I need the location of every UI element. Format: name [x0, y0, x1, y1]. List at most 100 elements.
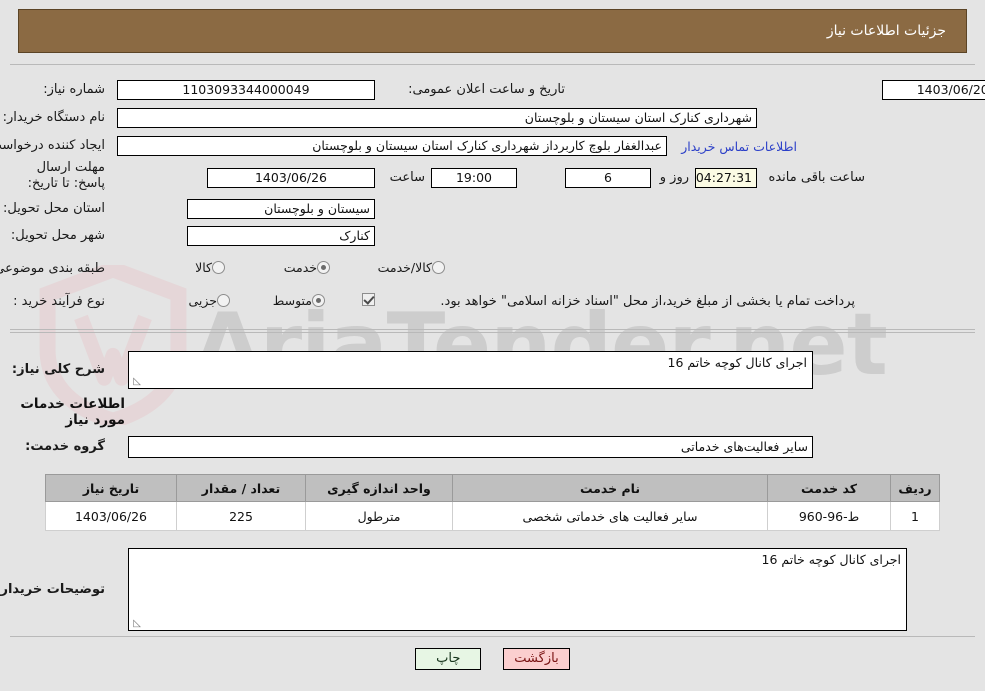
services-heading: اطلاعات خدمات مورد نیاز [20, 396, 125, 428]
process-radio-minor[interactable]: جزیی [176, 293, 230, 308]
days-wrap: 6 [565, 168, 651, 188]
deadline-time-wrap: 19:00 [431, 168, 517, 188]
service-group-label: گروه خدمت: [25, 439, 105, 454]
radio-service-label: خدمت [283, 260, 317, 275]
city-label-wrap: شهر محل تحویل: [11, 228, 105, 243]
cell-name: سایر فعالیت های خدماتی شخصی [452, 501, 768, 531]
city-field-wrap: کنارک [187, 226, 375, 246]
back-button[interactable]: بازگشت [503, 648, 570, 670]
countdown-wrap: 04:27:31 [695, 168, 757, 188]
buyer-contact-link[interactable]: اطلاعات تماس خریدار [681, 139, 797, 154]
treasury-checkbox-icon[interactable] [362, 293, 375, 306]
buyer-org-field-wrap: شهرداری کنارک استان سیستان و بلوچستان [117, 108, 757, 128]
page-root: AriaTender.net جزئیات اطلاعات نیاز شماره… [0, 0, 985, 691]
delivery-province-label: استان محل تحویل: [3, 201, 105, 216]
deadline-label-wrap: مهلت ارسال پاسخ: تا تاریخ: [5, 160, 105, 192]
creator-label: ایجاد کننده درخواست: [0, 138, 105, 153]
service-group-field-wrap: سایر فعالیت‌های خدماتی [128, 436, 813, 458]
creator-label-wrap: ایجاد کننده درخواست: [0, 138, 105, 153]
radio-goods-service-icon[interactable] [432, 261, 445, 274]
announce-datetime-field[interactable]: 13:29 - 1403/06/20 [882, 80, 985, 100]
services-table: ردیف کد خدمت نام خدمت واحد اندازه گیری ت… [45, 474, 940, 531]
service-group-field[interactable]: سایر فعالیت‌های خدماتی [128, 436, 813, 458]
category-label-wrap: طبقه بندی موضوعی: [0, 261, 105, 276]
buyer-org-label: نام دستگاه خریدار: [2, 110, 105, 125]
radio-minor-label: جزیی [188, 293, 217, 308]
print-button[interactable]: چاپ [415, 648, 482, 670]
need-number-label: شماره نیاز: [43, 82, 105, 97]
resize-grip-icon-2[interactable]: ◺ [131, 619, 141, 629]
announce-datetime-label: تاریخ و ساعت اعلان عمومی: [408, 82, 565, 97]
need-info-panel [10, 64, 975, 330]
cell-code: ط-96-960 [767, 501, 891, 531]
contact-link-wrap: اطلاعات تماس خریدار [681, 139, 797, 154]
process-label-wrap: نوع فرآیند خرید : [13, 294, 105, 309]
need-number-label-wrap: شماره نیاز: [43, 82, 105, 97]
days-unit-wrap: روز و [660, 170, 689, 185]
action-buttons: بازگشت چاپ [0, 648, 985, 670]
days-remaining-field[interactable]: 6 [565, 168, 651, 188]
category-radio-service[interactable]: خدمت [272, 260, 330, 275]
radio-minor-icon[interactable] [217, 294, 230, 307]
deadline-time-label: ساعت [389, 170, 425, 185]
col-date: تاریخ نیاز [45, 474, 177, 502]
radio-service-icon[interactable] [317, 261, 330, 274]
page-title: جزئیات اطلاعات نیاز [826, 23, 946, 39]
services-table-wrap: ردیف کد خدمت نام خدمت واحد اندازه گیری ت… [45, 474, 940, 531]
deadline-time-field[interactable]: 19:00 [431, 168, 517, 188]
col-index: ردیف [890, 474, 940, 502]
creator-field[interactable]: عبدالغفار بلوچ کاربرداز شهرداری کنارک اس… [117, 136, 667, 156]
window-title-bar: جزئیات اطلاعات نیاز [18, 9, 967, 53]
buyer-notes-label-wrap: توضیحات خریدار: [0, 582, 105, 597]
buyer-notes-label: توضیحات خریدار: [0, 582, 105, 597]
radio-goods-icon[interactable] [212, 261, 225, 274]
province-label-wrap: استان محل تحویل: [3, 201, 105, 216]
deadline-date-wrap: 1403/06/26 [207, 168, 375, 188]
resize-grip-icon[interactable]: ◺ [131, 377, 141, 387]
radio-goods-label: کالا [195, 260, 212, 275]
summary-textarea[interactable]: اجرای کانال کوچه خاتم 16 ◺ [128, 351, 813, 389]
need-number-field[interactable]: 1103093344000049 [117, 80, 375, 100]
cell-index: 1 [890, 501, 940, 531]
treasury-checkbox-wrap[interactable] [362, 293, 375, 306]
category-radio-goods-service[interactable]: کالا/خدمت [366, 260, 445, 275]
province-field-wrap: سیستان و بلوچستان [187, 199, 375, 219]
announce-label-wrap: تاریخ و ساعت اعلان عمومی: [408, 82, 565, 97]
cell-unit: مترطول [305, 501, 453, 531]
announce-field-wrap: 13:29 - 1403/06/20 [882, 80, 985, 100]
services-heading-wrap: اطلاعات خدمات مورد نیاز [0, 396, 125, 428]
cell-date: 1403/06/26 [45, 501, 177, 531]
col-unit: واحد اندازه گیری [305, 474, 453, 502]
service-group-label-wrap: گروه خدمت: [25, 439, 105, 454]
treasury-text-wrap: پرداخت تمام یا بخشی از مبلغ خرید،از محل … [440, 294, 855, 309]
summary-label: شرح کلی نیاز: [11, 362, 105, 377]
delivery-city-field[interactable]: کنارک [187, 226, 375, 246]
need-number-field-wrap: 1103093344000049 [117, 80, 375, 100]
treasury-note-label: پرداخت تمام یا بخشی از مبلغ خرید،از محل … [440, 294, 855, 309]
cell-qty: 225 [176, 501, 306, 531]
delivery-province-field[interactable]: سیستان و بلوچستان [187, 199, 375, 219]
deadline-date-field[interactable]: 1403/06/26 [207, 168, 375, 188]
radio-goods-service-label: کالا/خدمت [377, 260, 432, 275]
buyer-notes-text: اجرای کانال کوچه خاتم 16 [761, 552, 901, 567]
buyer-notes-textarea[interactable]: اجرای کانال کوچه خاتم 16 ◺ [128, 548, 907, 631]
days-unit-label: روز و [659, 170, 689, 185]
time-label-wrap: ساعت [390, 170, 425, 185]
table-header-row: ردیف کد خدمت نام خدمت واحد اندازه گیری ت… [45, 474, 940, 502]
buyer-org-field[interactable]: شهرداری کنارک استان سیستان و بلوچستان [117, 108, 757, 128]
buyer-org-label-wrap: نام دستگاه خریدار: [3, 110, 105, 125]
countdown-field: 04:27:31 [695, 168, 757, 188]
deadline-label: مهلت ارسال پاسخ: تا تاریخ: [27, 160, 105, 191]
col-name: نام خدمت [452, 474, 768, 502]
category-radio-goods[interactable]: کالا [183, 260, 225, 275]
radio-medium-label: متوسط [272, 293, 312, 308]
category-label: طبقه بندی موضوعی: [0, 261, 105, 276]
delivery-city-label: شهر محل تحویل: [10, 228, 105, 243]
col-code: کد خدمت [767, 474, 891, 502]
remaining-hours-label: ساعت باقی مانده [768, 170, 865, 185]
radio-medium-icon[interactable] [312, 294, 325, 307]
creator-field-wrap: عبدالغفار بلوچ کاربرداز شهرداری کنارک اس… [117, 136, 667, 156]
table-row: 1 ط-96-960 سایر فعالیت های خدماتی شخصی م… [45, 501, 940, 531]
process-radio-medium[interactable]: متوسط [261, 293, 325, 308]
summary-text: اجرای کانال کوچه خاتم 16 [667, 355, 807, 370]
